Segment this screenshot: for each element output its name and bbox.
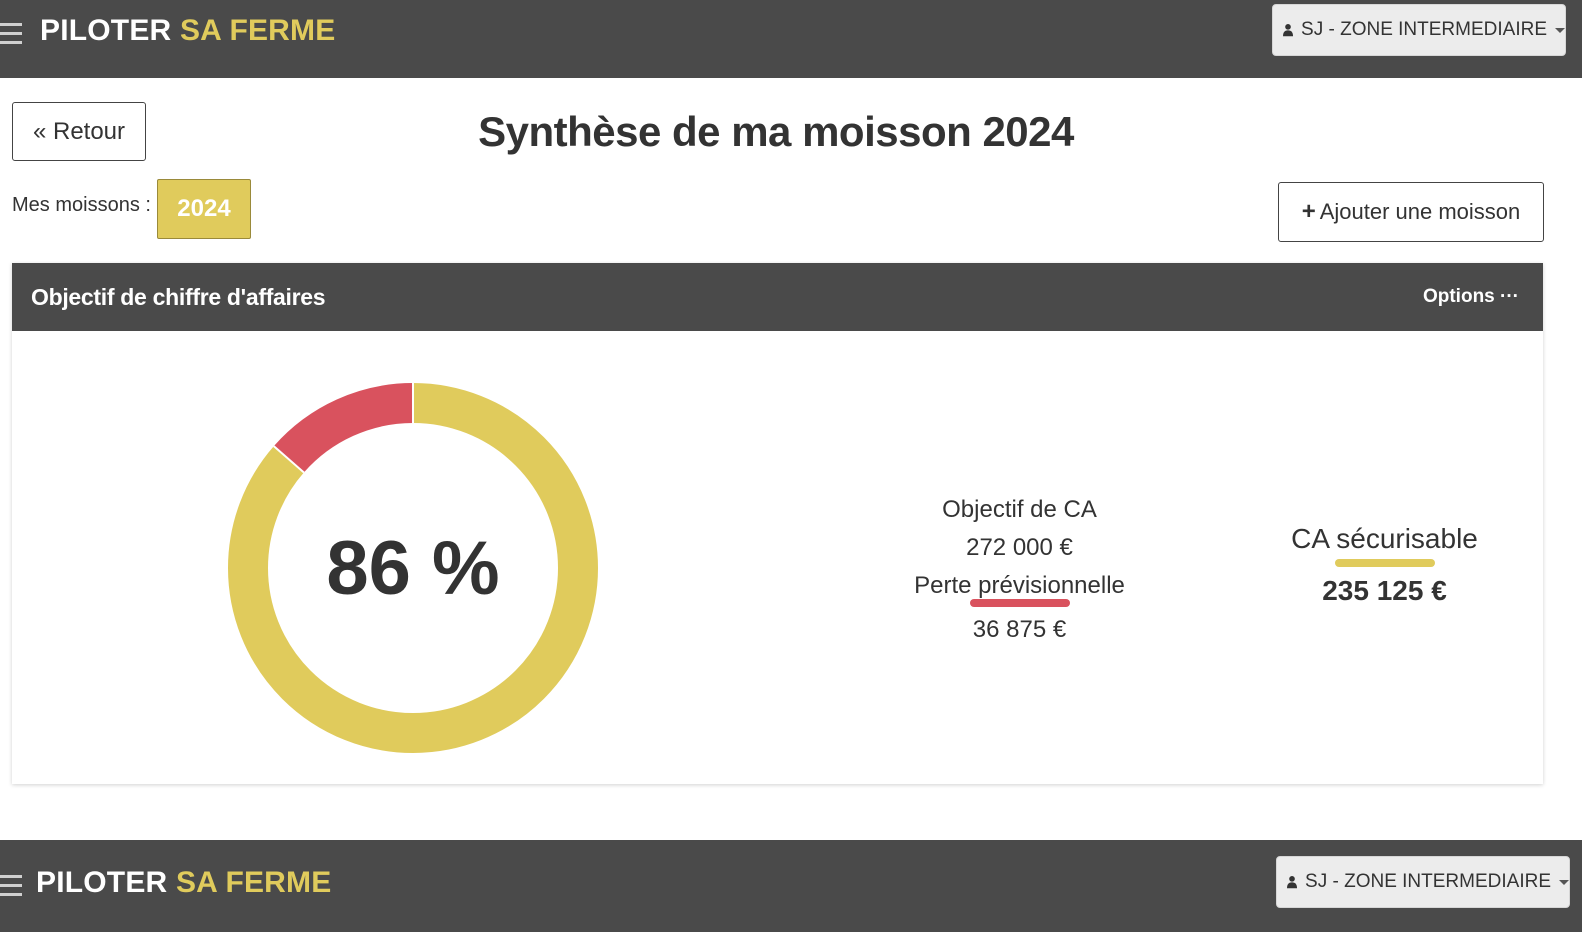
panel-title: Objectif de chiffre d'affaires <box>31 283 326 310</box>
objective-value: 272 000 € <box>966 534 1073 561</box>
harvest-year-2024[interactable]: 2024 <box>157 179 251 239</box>
page-title: Synthèse de ma moisson 2024 <box>478 108 1074 155</box>
user-menu-label: SJ - ZONE INTERMEDIAIRE <box>1305 871 1551 892</box>
donut-center-percent: 86 % <box>326 525 500 611</box>
secured-label: CA sécurisable <box>1291 523 1478 554</box>
add-harvest-label: Ajouter une moisson <box>1319 199 1521 224</box>
loss-value: 36 875 € <box>972 616 1067 643</box>
brand-name-part1: PILOTER <box>40 14 172 47</box>
secured-value: 235 125 € <box>1322 575 1447 606</box>
user-menu-button[interactable]: SJ - ZONE INTERMEDIAIRE <box>1272 4 1566 56</box>
top-navbar: PILOTER SA FERME SJ - ZONE INTERMEDIAIRE <box>0 0 1582 78</box>
chevron-down-icon <box>1559 879 1569 885</box>
user-menu-button[interactable]: SJ - ZONE INTERMEDIAIRE <box>1276 856 1570 908</box>
bottom-navbar: PILOTER SA FERME SJ - ZONE INTERMEDIAIRE <box>0 840 1582 932</box>
brand-logo[interactable]: PILOTER SA FERME <box>36 866 331 900</box>
panel-header: Objectif de chiffre d'affaires Options ·… <box>12 263 1543 331</box>
brand-name-part2: SA FERME <box>179 14 336 47</box>
loss-label: Perte prévisionnelle <box>914 572 1125 599</box>
revenue-objective-panel: Objectif de chiffre d'affaires Options ·… <box>12 263 1543 784</box>
user-menu-label: SJ - ZONE INTERMEDIAIRE <box>1301 19 1547 40</box>
secured-legend-swatch <box>1334 559 1435 567</box>
secured-stats: CA sécurisable 235 125 € <box>1282 523 1487 607</box>
user-icon <box>1287 876 1298 889</box>
plus-icon: + <box>1301 198 1316 225</box>
harvests-label: Mes moissons : <box>12 194 151 216</box>
chevron-down-icon <box>1555 27 1565 33</box>
brand-name-part1: PILOTER <box>36 866 168 899</box>
menu-icon[interactable] <box>0 23 22 45</box>
options-button[interactable]: Options ··· <box>1423 286 1519 308</box>
menu-icon[interactable] <box>0 875 22 897</box>
brand-logo[interactable]: PILOTER SA FERME <box>40 14 335 48</box>
add-harvest-button[interactable]: + Ajouter une moisson <box>1278 182 1544 242</box>
user-icon <box>1283 24 1294 37</box>
objective-stats: Objectif de CA 272 000 € Perte prévision… <box>902 491 1137 649</box>
brand-name-part2: SA FERME <box>175 866 332 899</box>
objective-label: Objectif de CA <box>942 496 1097 523</box>
